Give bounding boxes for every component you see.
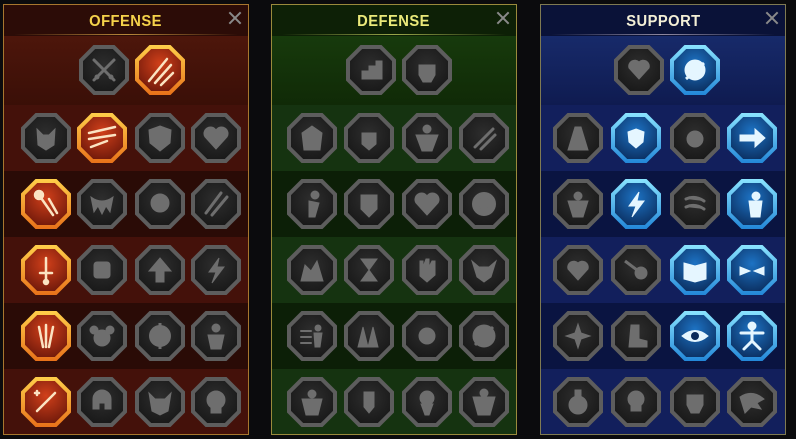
swift-boot-icon[interactable] [611, 311, 661, 361]
close-icon[interactable] [496, 11, 510, 25]
open-hand-icon[interactable] [402, 245, 452, 295]
spikes-icon[interactable] [344, 311, 394, 361]
offense-panel: OFFENSE [3, 4, 249, 435]
divider [551, 34, 775, 35]
slash-icon[interactable] [77, 113, 127, 163]
shield-aura-icon[interactable] [611, 113, 661, 163]
cloak-icon[interactable] [287, 113, 337, 163]
wind-icon[interactable] [670, 179, 720, 229]
heart-sword-icon[interactable] [191, 113, 241, 163]
halo-head-icon[interactable] [459, 179, 509, 229]
horned-beast-icon[interactable] [135, 377, 185, 427]
axe-warrior-icon[interactable] [21, 179, 71, 229]
support-row-1 [541, 105, 785, 171]
skull-heart-icon[interactable] [402, 179, 452, 229]
potion-icon[interactable] [553, 377, 603, 427]
defense-panel: DEFENSE [271, 4, 517, 435]
dagger-icon[interactable] [21, 245, 71, 295]
offense-header: OFFENSE [4, 5, 248, 35]
bull-icon[interactable] [459, 245, 509, 295]
offense-top-row [4, 36, 248, 105]
spellbook-icon[interactable] [670, 245, 720, 295]
divider [282, 34, 506, 35]
chained-heart-icon[interactable] [553, 245, 603, 295]
shield-break-icon[interactable] [135, 113, 185, 163]
guardian-icon[interactable] [287, 377, 337, 427]
lightning-chain-icon[interactable] [191, 245, 241, 295]
skull-flame-icon[interactable] [135, 179, 185, 229]
crossed-swords-icon[interactable] [79, 45, 129, 95]
fist-icon[interactable] [77, 245, 127, 295]
close-icon[interactable] [228, 11, 242, 25]
support-row-3 [541, 237, 785, 303]
flexing-figure-icon[interactable] [459, 377, 509, 427]
helmet-icon[interactable] [77, 377, 127, 427]
heart-sparkle-icon[interactable] [614, 45, 664, 95]
support-row-5 [541, 369, 785, 434]
skull-cluster-icon[interactable] [77, 311, 127, 361]
all-seeing-eye-icon[interactable] [670, 311, 720, 361]
defense-row-4 [272, 303, 516, 369]
support-row-4 [541, 303, 785, 369]
wing-shield-icon[interactable] [344, 377, 394, 427]
fierce-eyes-icon[interactable] [727, 245, 777, 295]
berserker-icon[interactable] [191, 311, 241, 361]
dodge-figure-icon[interactable] [287, 179, 337, 229]
bone-skull-icon[interactable] [191, 377, 241, 427]
claw-icon[interactable] [191, 179, 241, 229]
hand-shield-icon[interactable] [344, 113, 394, 163]
knight-icon[interactable] [344, 179, 394, 229]
comet-icon[interactable] [611, 245, 661, 295]
arrows-up-icon[interactable] [135, 245, 185, 295]
flaming-skull-icon[interactable] [670, 113, 720, 163]
offense-row-2 [4, 171, 248, 237]
support-row-2 [541, 171, 785, 237]
support-top-row [541, 36, 785, 105]
warrior-crowd-icon[interactable] [287, 245, 337, 295]
sparkle-sword-icon[interactable] [21, 377, 71, 427]
close-icon[interactable] [765, 11, 779, 25]
swirl-hand-icon[interactable] [670, 45, 720, 95]
blade-strike-icon[interactable] [135, 45, 185, 95]
praying-hands-icon[interactable] [553, 113, 603, 163]
star-compass-icon[interactable] [553, 311, 603, 361]
divider [14, 34, 238, 35]
support-header: SUPPORT [541, 5, 785, 35]
defense-header: DEFENSE [272, 5, 516, 35]
support-panel: SUPPORT [540, 4, 786, 435]
demon-icon[interactable] [21, 113, 71, 163]
sword-ring-icon[interactable] [135, 311, 185, 361]
leaping-figure-icon[interactable] [727, 311, 777, 361]
allies-icon[interactable] [727, 179, 777, 229]
speed-arrow-icon[interactable] [727, 113, 777, 163]
skull-crossbones-icon[interactable] [611, 377, 661, 427]
gauntlet-icon[interactable] [670, 377, 720, 427]
skull-burst-icon[interactable] [402, 311, 452, 361]
charging-figure-icon[interactable] [287, 311, 337, 361]
defense-row-3 [272, 237, 516, 303]
defense-row-5 [272, 369, 516, 434]
muscle-figure-icon[interactable] [402, 113, 452, 163]
lightning-shield-icon[interactable] [611, 179, 661, 229]
raised-fist-icon[interactable] [402, 45, 452, 95]
defense-row-1 [272, 105, 516, 171]
hourglass-icon[interactable] [344, 245, 394, 295]
cross-blades-icon[interactable] [459, 113, 509, 163]
defense-row-2 [272, 171, 516, 237]
deflect-icon[interactable] [459, 311, 509, 361]
defense-top-row [272, 36, 516, 105]
offense-row-4 [4, 303, 248, 369]
multi-arrow-icon[interactable] [21, 311, 71, 361]
armor-plates-icon[interactable] [346, 45, 396, 95]
eagle-icon[interactable] [727, 377, 777, 427]
bearded-skull-icon[interactable] [402, 377, 452, 427]
blessing-figure-icon[interactable] [553, 179, 603, 229]
fangs-icon[interactable] [77, 179, 127, 229]
offense-row-5 [4, 369, 248, 434]
offense-row-1 [4, 105, 248, 171]
offense-row-3 [4, 237, 248, 303]
